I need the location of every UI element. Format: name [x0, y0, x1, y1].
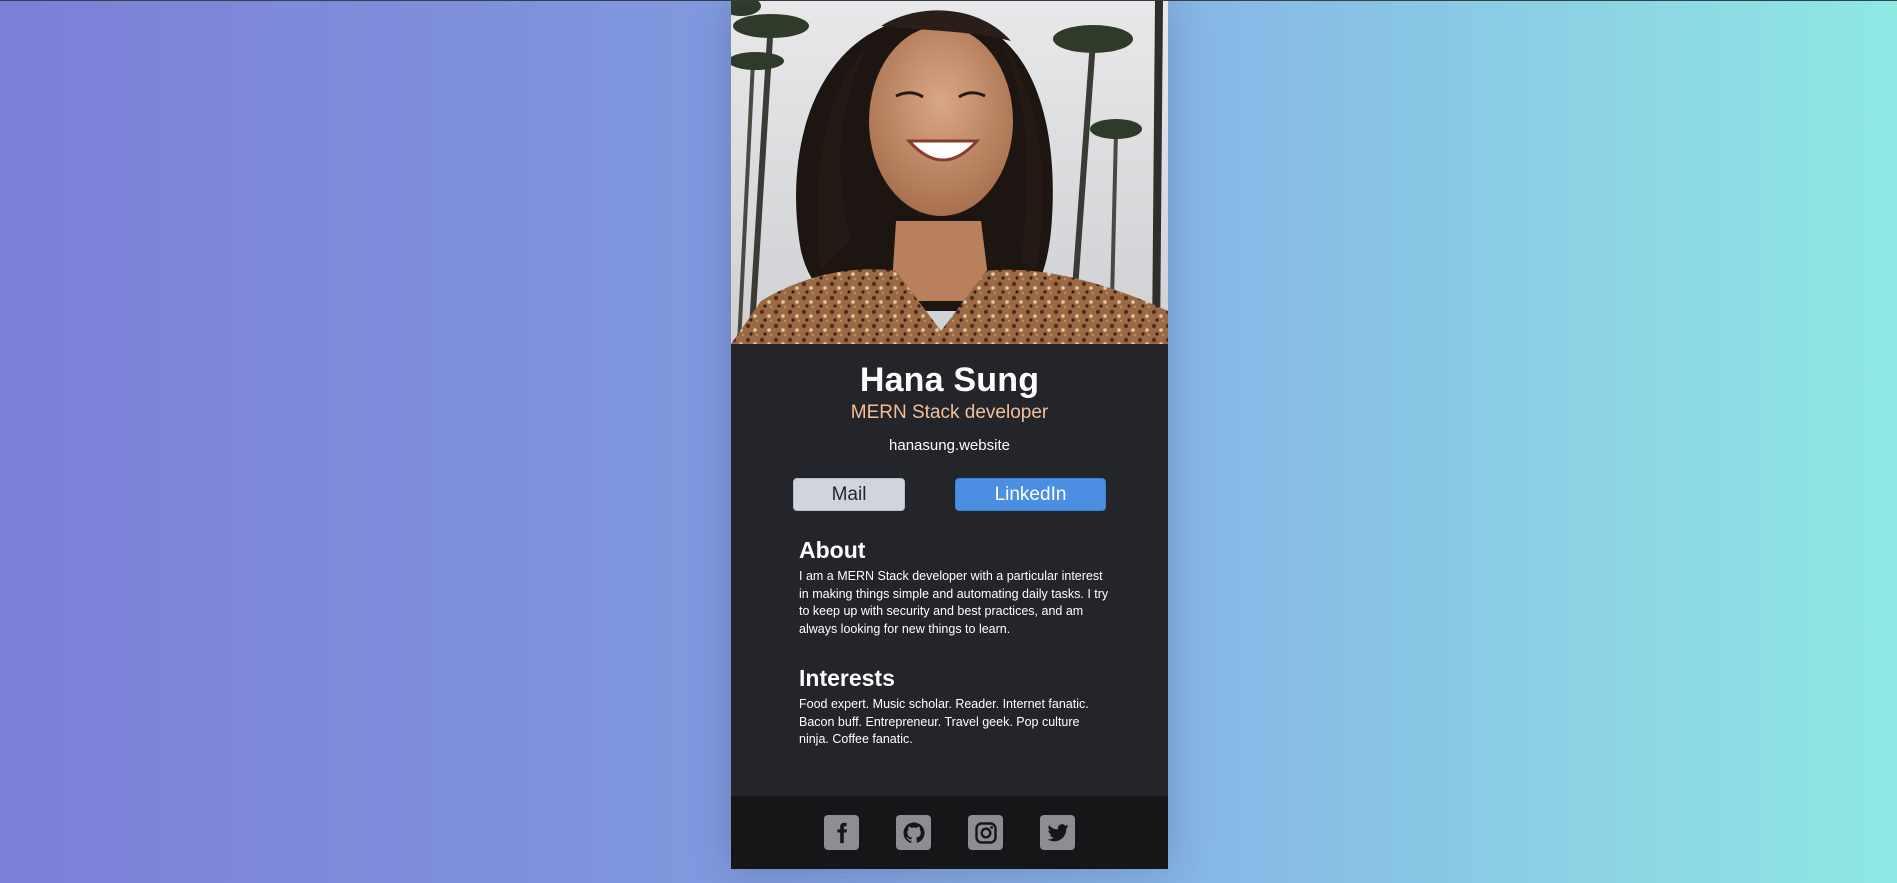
about-text: I am a MERN Stack developer with a parti…	[799, 569, 1109, 636]
profile-website[interactable]: hanasung.website	[731, 437, 1168, 454]
profile-role: MERN Stack developer	[850, 402, 1049, 423]
twitter-icon[interactable]	[1040, 815, 1075, 850]
business-card: Hana Sung MERN Stack developer hanasung.…	[731, 1, 1168, 869]
linkedin-button[interactable]: LinkedIn	[955, 478, 1106, 511]
social-footer	[731, 796, 1168, 869]
about-heading: About	[799, 537, 866, 563]
mail-button[interactable]: Mail	[793, 478, 905, 511]
about-section: About I am a MERN Stack developer with a…	[799, 537, 1109, 638]
facebook-icon[interactable]	[824, 815, 859, 850]
interests-section: Interests Food expert. Music scholar. Re…	[799, 665, 1109, 749]
interests-text: Food expert. Music scholar. Reader. Inte…	[799, 697, 1089, 746]
instagram-icon[interactable]	[968, 815, 1003, 850]
interests-heading: Interests	[799, 665, 895, 691]
github-icon[interactable]	[896, 815, 931, 850]
profile-name: Hana Sung	[859, 361, 1040, 399]
profile-photo	[731, 1, 1168, 344]
